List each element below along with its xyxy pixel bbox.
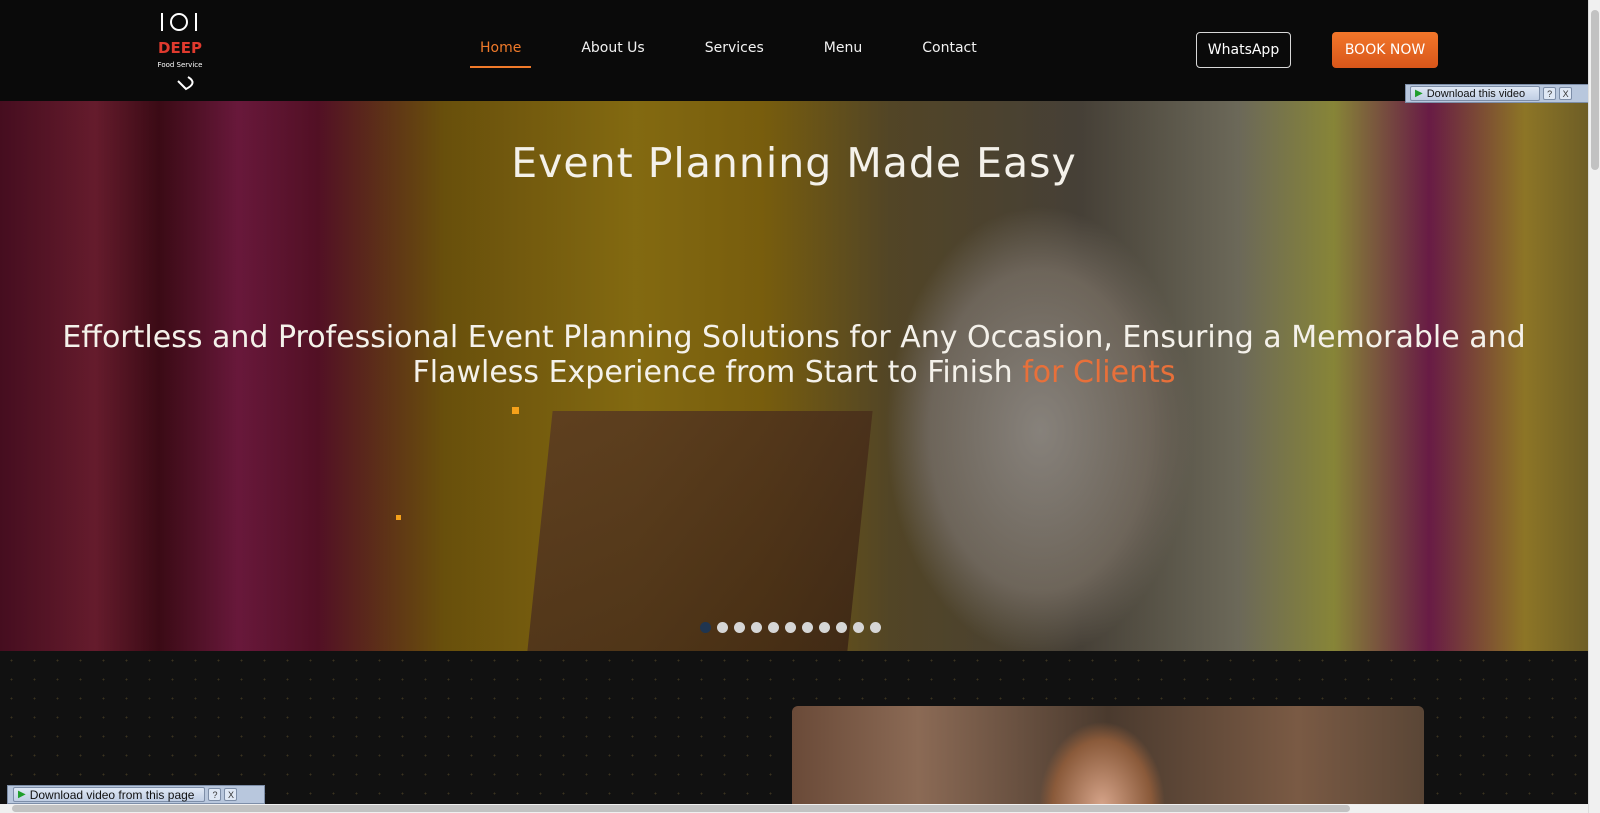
- slider-pagination: [700, 622, 887, 633]
- play-icon: ▶: [1415, 88, 1423, 99]
- nav-services[interactable]: Services: [695, 36, 774, 68]
- download-page-toolbar: ▶ Download video from this page ? X: [7, 785, 265, 804]
- about-photo: [792, 706, 1424, 813]
- slider-dot[interactable]: [768, 622, 779, 633]
- nav-about-us[interactable]: About Us: [571, 36, 654, 68]
- horizontal-scrollbar[interactable]: [0, 804, 1588, 813]
- svg-text:Food Service: Food Service: [158, 61, 203, 69]
- help-icon[interactable]: ?: [1543, 87, 1557, 100]
- nav-contact[interactable]: Contact: [912, 36, 986, 68]
- slider-dot[interactable]: [836, 622, 847, 633]
- download-this-video-label: Download this video: [1426, 87, 1526, 100]
- nav-home[interactable]: Home: [470, 36, 532, 68]
- book-now-button[interactable]: BOOK NOW: [1332, 32, 1438, 68]
- hero-slider: Event Planning Made Easy Effortless and …: [0, 101, 1588, 651]
- download-this-video-button[interactable]: ▶ Download this video: [1410, 86, 1541, 101]
- hero-background-image: [527, 411, 873, 651]
- main-nav: Home About Us Services Menu Contact: [470, 36, 1027, 68]
- download-video-from-page-label: Download video from this page: [29, 787, 195, 802]
- spark-decoration: [512, 407, 519, 414]
- slider-dot[interactable]: [853, 622, 864, 633]
- site-header: DEEP Food Service Home About Us Services…: [0, 0, 1588, 101]
- download-video-from-page-button[interactable]: ▶ Download video from this page: [13, 787, 206, 802]
- hero-subtitle-accent: for Clients: [1022, 355, 1176, 390]
- horizontal-scroll-thumb[interactable]: [12, 805, 1350, 812]
- slider-dot[interactable]: [734, 622, 745, 633]
- nav-menu[interactable]: Menu: [814, 36, 872, 68]
- svg-text:DEEP: DEEP: [158, 39, 202, 57]
- hero-title: Event Planning Made Easy: [511, 139, 1077, 187]
- slider-dot[interactable]: [819, 622, 830, 633]
- slider-dot[interactable]: [785, 622, 796, 633]
- vertical-scroll-thumb[interactable]: [1591, 10, 1599, 170]
- help-icon[interactable]: ?: [208, 788, 222, 801]
- close-icon[interactable]: X: [1559, 87, 1573, 100]
- spark-decoration: [396, 515, 401, 520]
- hero-subtitle-text: Effortless and Professional Event Planni…: [62, 320, 1526, 390]
- deep-catering-logo[interactable]: DEEP Food Service: [148, 7, 212, 91]
- vertical-scrollbar[interactable]: [1588, 0, 1600, 813]
- slider-dot[interactable]: [717, 622, 728, 633]
- whatsapp-button[interactable]: WhatsApp: [1196, 32, 1291, 68]
- play-icon: ▶: [18, 789, 26, 800]
- close-icon[interactable]: X: [224, 788, 238, 801]
- slider-dot[interactable]: [751, 622, 762, 633]
- download-video-toolbar: ▶ Download this video ? X: [1405, 84, 1595, 103]
- slider-dot[interactable]: [870, 622, 881, 633]
- slider-dot[interactable]: [700, 622, 711, 633]
- slider-dot[interactable]: [802, 622, 813, 633]
- hero-subtitle: Effortless and Professional Event Planni…: [40, 320, 1548, 390]
